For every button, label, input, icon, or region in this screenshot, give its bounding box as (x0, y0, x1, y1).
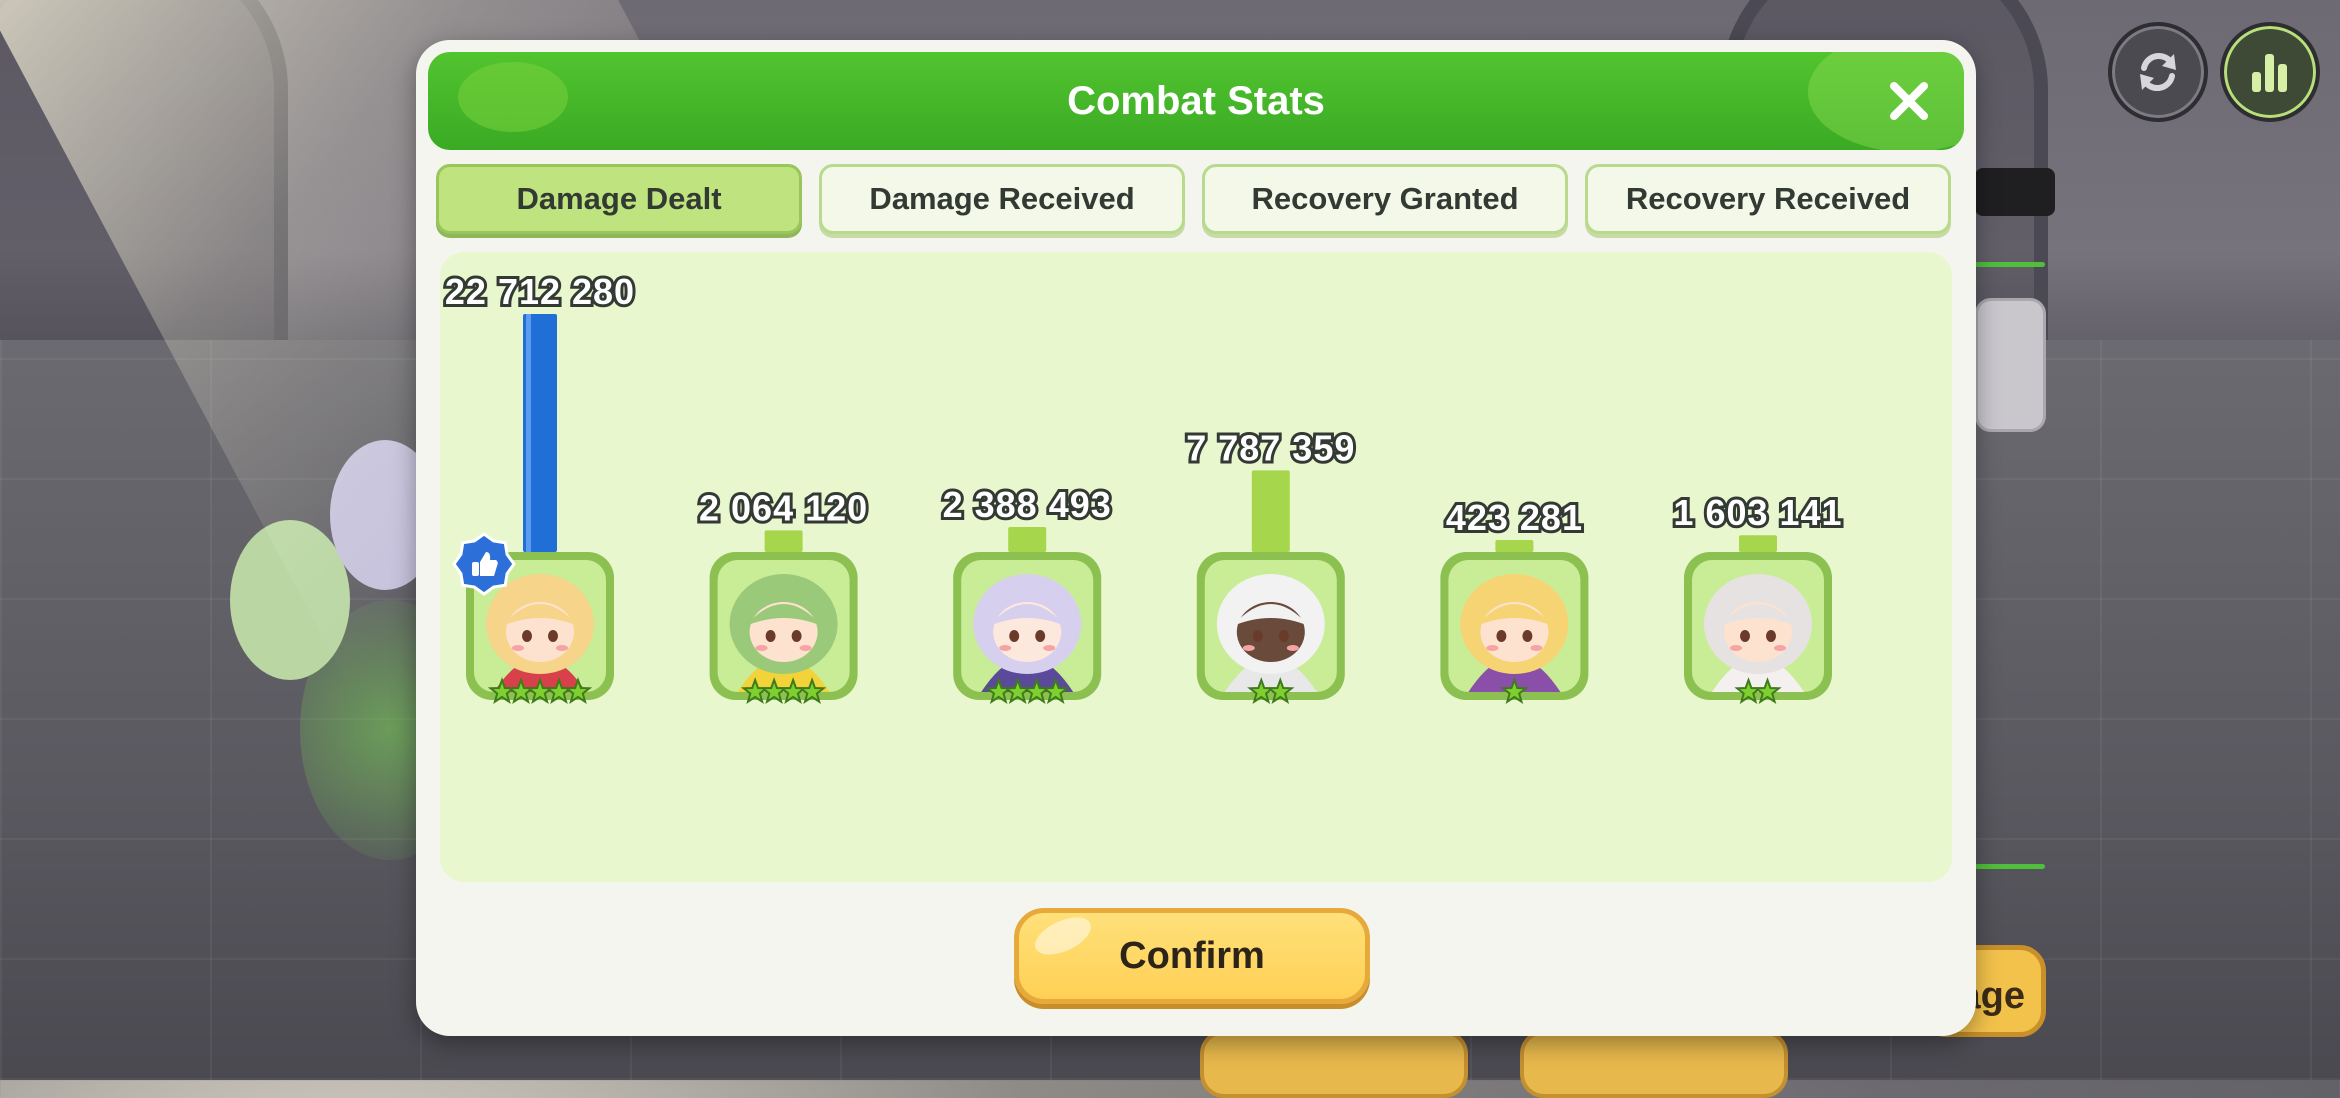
refresh-button[interactable] (2108, 22, 2208, 122)
confirm-button[interactable]: Confirm (1014, 908, 1370, 1004)
close-button[interactable] (1884, 76, 1934, 126)
refresh-icon (2140, 52, 2176, 92)
damage-value-label: 22 712 280 (445, 271, 635, 312)
chart-panel: 22 712 280 2 064 120 2 388 493 7 787 359 423… (440, 252, 1952, 882)
dialog-title-bar: Combat Stats (428, 52, 1964, 150)
background-button (1200, 1030, 1468, 1098)
damage-value-label: 1 603 141 (1673, 492, 1842, 533)
damage-value-label: 7 787 359 (1186, 427, 1355, 468)
tab-recovery-received[interactable]: Recovery Received (1585, 164, 1951, 234)
damage-bar (764, 530, 803, 552)
hero-portrait-silver-hair-girl[interactable] (1684, 552, 1832, 705)
damage-bar (1495, 540, 1534, 552)
confirm-label: Confirm (1119, 934, 1265, 977)
bar-chart-icon (2252, 54, 2287, 92)
background-side-panel (1975, 298, 2046, 432)
background-hp-line (1975, 262, 2045, 267)
hero-portrait-white-hood-girl[interactable] (1196, 552, 1345, 705)
damage-value-label: 423 281 (1446, 497, 1583, 538)
background-hp-bar (1975, 168, 2055, 216)
damage-bar (1739, 535, 1777, 552)
background-button (1520, 1030, 1788, 1098)
close-icon (1890, 82, 1928, 120)
combat-stats-dialog: Combat Stats Damage Dealt Damage Receive… (416, 40, 1976, 1036)
dialog-title: Combat Stats (1067, 79, 1325, 123)
stats-button[interactable] (2220, 22, 2320, 122)
tab-recovery-granted[interactable]: Recovery Granted (1202, 164, 1568, 234)
background-hp-line (1975, 864, 2045, 869)
damage-value-label: 2 388 493 (943, 484, 1112, 525)
tab-bar: Damage Dealt Damage Received Recovery Gr… (436, 164, 1956, 236)
hero-portrait-green-hair-girl[interactable] (709, 552, 858, 705)
hero-portrait-pink-hood-girl[interactable] (1440, 552, 1589, 705)
thumbs-up-icon (452, 532, 516, 596)
damage-bar (1251, 470, 1290, 552)
damage-value-label: 2 064 120 (699, 487, 868, 528)
damage-bar (1008, 526, 1047, 552)
tab-damage-received[interactable]: Damage Received (819, 164, 1185, 234)
damage-chart: 22 712 280 2 064 120 2 388 493 7 787 359 423… (442, 268, 1845, 705)
tab-damage-dealt[interactable]: Damage Dealt (436, 164, 802, 234)
hero-portrait-lavender-girl[interactable] (953, 552, 1102, 705)
